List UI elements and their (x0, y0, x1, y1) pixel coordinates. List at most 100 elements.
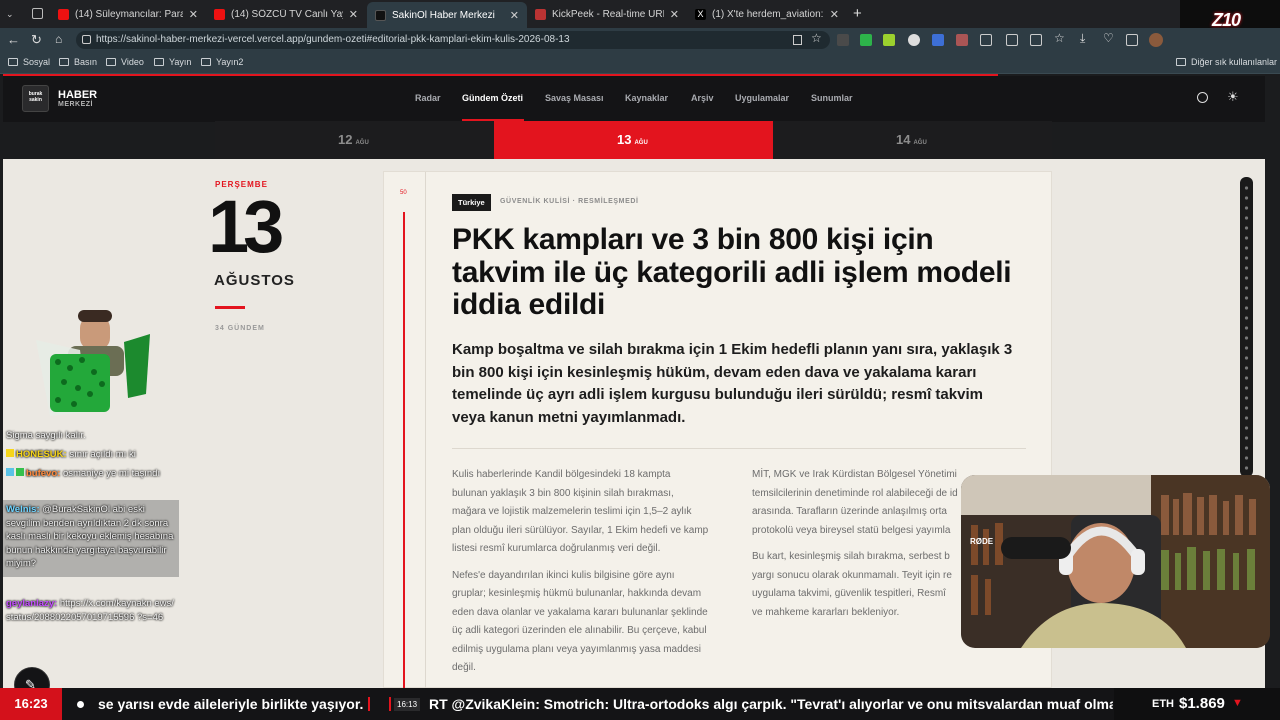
tab-list-icon[interactable]: ⌄ (6, 8, 18, 20)
bookmark-folder[interactable]: Yayın (154, 57, 191, 67)
home-icon[interactable]: ⌂ (55, 32, 62, 46)
split-screen-icon[interactable] (1006, 34, 1018, 46)
other-bookmarks[interactable]: Diğer sık kullanılanlar (1176, 57, 1277, 67)
bookmark-label: Diğer sık kullanılanlar (1191, 57, 1278, 67)
article-rank-bar (403, 212, 405, 688)
title-line: iddia edildi (452, 288, 606, 321)
bookmark-folder[interactable]: Video (106, 57, 144, 67)
close-tab-icon[interactable]: ✕ (664, 8, 679, 21)
extensions-puzzle-icon[interactable] (980, 34, 992, 46)
date-month: AĞU (913, 140, 927, 146)
folder-icon (154, 58, 164, 66)
bookmark-folder[interactable]: Sosyal (8, 57, 50, 67)
chat-badge-icon (16, 468, 24, 476)
nav-kaynaklar[interactable]: Kaynaklar (625, 93, 668, 103)
back-icon[interactable]: ← (7, 32, 20, 47)
card-gutter-line (425, 172, 426, 688)
close-tab-icon[interactable]: ✕ (504, 9, 519, 22)
article-tag[interactable]: Türkiye (452, 194, 491, 211)
nav-sunumlar[interactable]: Sunumlar (811, 93, 853, 103)
reload-icon[interactable]: ↻ (31, 32, 42, 48)
body-line: edilmiş uygulama planı veya yayımlanmış … (452, 643, 701, 655)
chat-text: Sigma saygılı kalır. (6, 430, 86, 441)
body-line: gruplar; kesinleşmiş hükmü bulunanlar, h… (452, 588, 702, 599)
ticker-text-right: RT @ZvikaKlein: Smotrich: Ultra-ortodoks… (429, 696, 1113, 712)
browser-tab[interactable]: (14) SÖZCÜ TV Canlı Yayını ᴴᴰ - Yo ✕ (206, 4, 366, 24)
article-lead: Kamp boşaltma ve silah bırakma için 1 Ek… (452, 339, 1042, 429)
x-logo-icon: X (695, 8, 706, 20)
site-info-icon[interactable] (82, 35, 91, 44)
browser-tab-active[interactable]: SakinOl Haber Merkezi ✕ (367, 2, 527, 28)
bookmark-label: Video (121, 57, 144, 67)
date-prev[interactable]: 12 AĞU (338, 132, 369, 147)
bookmark-folder[interactable]: Basın (59, 57, 97, 67)
workspaces-icon[interactable] (32, 8, 43, 19)
date-day: 12 (338, 132, 353, 147)
nav-radar[interactable]: Radar (415, 93, 441, 103)
extension-icon[interactable] (837, 34, 849, 46)
site-favicon-icon (375, 9, 386, 21)
date-day: 13 (617, 132, 632, 147)
body-line: Nefes'e dayandırılan ikinci kulis bilgis… (452, 569, 675, 581)
tab-title: (14) SÖZCÜ TV Canlı Yayını ᴴᴰ - Yo (231, 8, 343, 20)
date-month: AĞU (634, 140, 648, 146)
site-logo-line1: HABER (58, 89, 98, 101)
target-icon[interactable] (1197, 92, 1208, 103)
extension-icon[interactable] (860, 34, 872, 46)
browser-tab[interactable]: KickPeek - Real-time URL Crawler ✕ (527, 4, 687, 24)
heart-icon[interactable]: ♡ (1103, 31, 1114, 45)
reader-icon[interactable] (793, 35, 802, 45)
body-line: yargı sonucu olarak okunmamalı. Teyit iç… (752, 569, 952, 581)
date-next[interactable]: 14 AĞU (896, 132, 927, 147)
chat-user: Welnis: (6, 504, 40, 515)
article-column-1: Kulis haberlerinde Kandil bölgesindeki 1… (452, 466, 732, 678)
downloads-icon[interactable]: ⤓ (1080, 31, 1085, 46)
article-title: PKK kampları ve 3 bin 800 kişi için takv… (452, 223, 1042, 322)
url-field[interactable]: https://sakinol-haber-merkezi-vercel.ver… (76, 31, 830, 49)
webcam-feed (961, 475, 1270, 648)
favorite-star-icon[interactable]: ☆ (811, 31, 822, 45)
extension-icon[interactable] (956, 34, 968, 46)
new-tab-icon[interactable]: + (853, 5, 862, 22)
nav-savas-masasi[interactable]: Savaş Masası (545, 93, 604, 103)
tab-title: (14) Süleymancılar: Para Kaçakçılığ (75, 8, 183, 20)
date-current[interactable]: 13 AĞU (617, 132, 648, 147)
crypto-label: ETH (1152, 698, 1174, 710)
nav-gundem-ozeti[interactable]: Gündem Özeti (462, 93, 523, 103)
nav-uygulamalar[interactable]: Uygulamalar (735, 93, 789, 103)
close-tab-icon[interactable]: ✕ (824, 8, 839, 21)
bookmark-folder[interactable]: Yayın2 (201, 57, 243, 67)
chat-message: HONESUK: sınır açıldı mı ki (6, 448, 176, 462)
profile-avatar[interactable] (1149, 33, 1163, 47)
close-tab-icon[interactable]: ✕ (183, 8, 198, 21)
chat-text: osmaniye ye mi taşındı (62, 468, 161, 479)
youtube-icon (214, 8, 225, 20)
body-line: protokolü veya bireysel statü belgesi ya… (752, 524, 951, 536)
ticker-time: 16:13 (394, 698, 421, 711)
extension-icon[interactable] (908, 34, 920, 46)
tab-title: KickPeek - Real-time URL Crawler (552, 8, 664, 20)
extension-icon[interactable] (932, 34, 944, 46)
ticker-clock: 16:23 (0, 688, 62, 720)
nav-arsiv[interactable]: Arşiv (691, 93, 714, 103)
theme-toggle-icon[interactable]: ☀ (1227, 89, 1239, 105)
chat-user: bufevo: (26, 468, 61, 479)
close-tab-icon[interactable]: ✕ (343, 8, 358, 21)
browser-tab[interactable]: X (1) X'te herdem_aviation: "Yalova'c ✕ (687, 4, 847, 24)
folder-icon (59, 58, 69, 66)
bookmark-label: Yayın (169, 57, 192, 67)
title-line: takvim ile üç kategorili adli işlem mode… (452, 255, 1012, 289)
screenshot-icon[interactable] (1126, 34, 1138, 46)
ticker-dot-icon (77, 701, 84, 708)
extension-icon[interactable] (883, 34, 895, 46)
date-day: 14 (896, 132, 911, 147)
collections-star-icon[interactable]: ☆ (1054, 31, 1065, 45)
sidebar-month: AĞUSTOS (214, 272, 295, 289)
chat-message: Welnis: @BurakSakinOl abi eski sevgilim … (6, 503, 178, 571)
favorites-icon[interactable] (1030, 34, 1042, 46)
browser-tab[interactable]: (14) Süleymancılar: Para Kaçakçılığ ✕ (50, 4, 206, 24)
body-line: plan olduğu ileri sürülüyor. Sayılar, 1 … (452, 524, 709, 536)
body-line: mağara ve lojistik malzemelerin teslimi … (452, 506, 692, 517)
date-month: AĞU (355, 140, 369, 146)
ticker-separator (368, 697, 370, 711)
